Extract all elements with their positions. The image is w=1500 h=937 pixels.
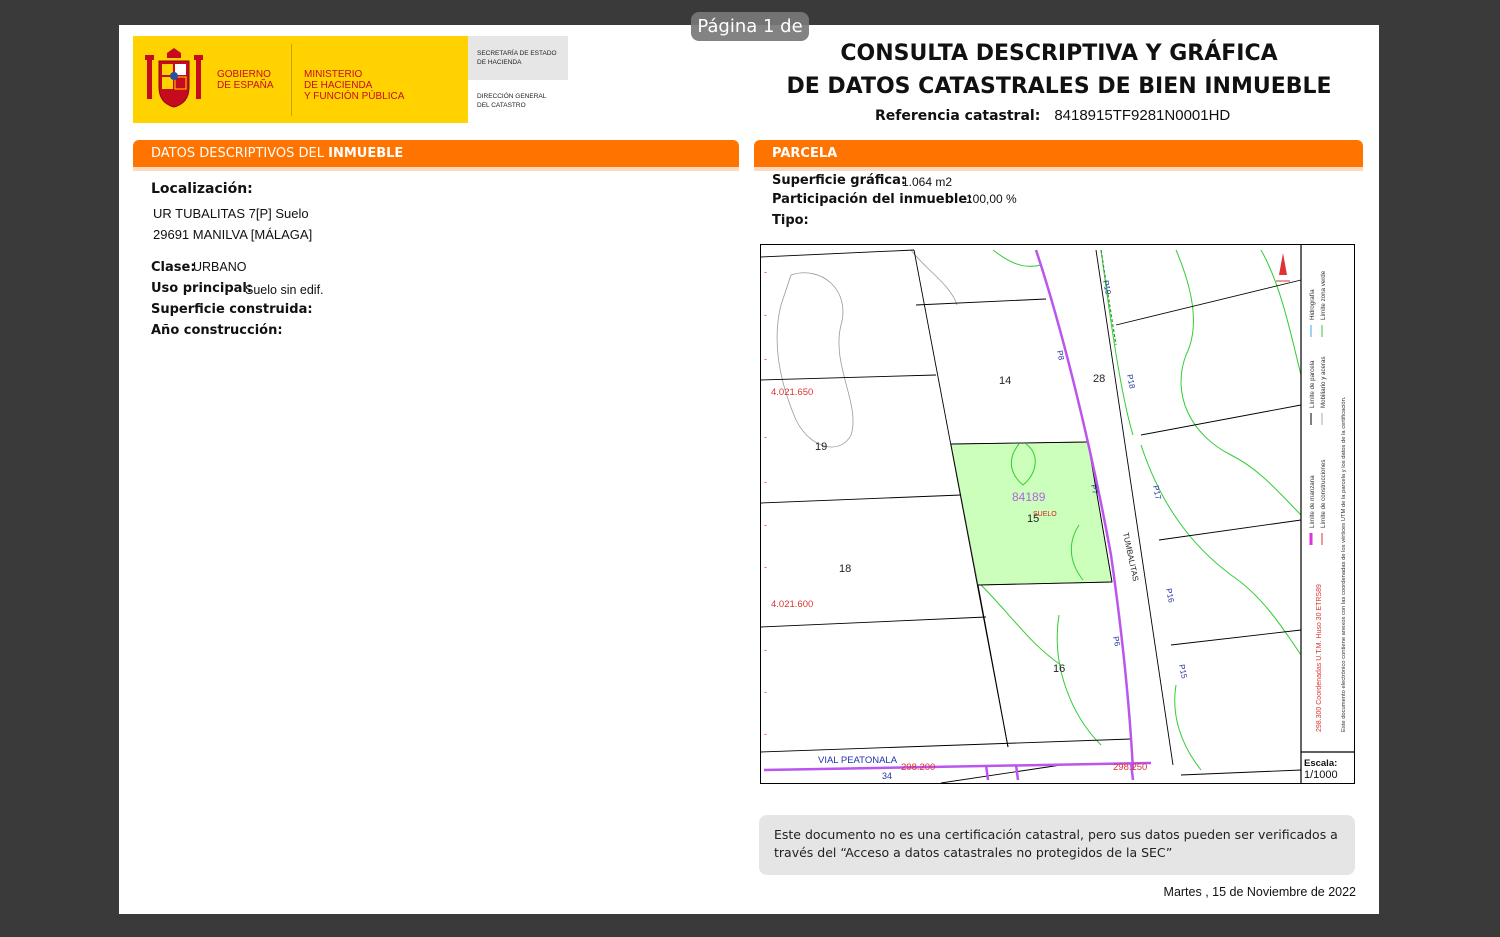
page-indicator: Página 1 de 1	[691, 12, 809, 66]
ref-value: 8418915TF9281N0001HD	[1054, 107, 1231, 124]
gov-line-2: DE ESPAÑA	[217, 80, 274, 91]
uso-value: Suelo sin edif.	[245, 283, 324, 297]
superficie-grafica-value: 1.064 m2	[902, 175, 953, 189]
section-parcela: PARCELA	[754, 140, 1363, 171]
participacion-label: Participación del inmueble:	[772, 192, 973, 207]
direccion-line-2: DEL CATASTRO	[477, 102, 526, 109]
secretaria-line-2: DE HACIENDA	[477, 59, 522, 66]
svg-text:-: -	[764, 520, 767, 530]
note-line-1: Este documento no es una certificación c…	[774, 827, 1338, 842]
parcel-number: 14	[999, 375, 1011, 387]
vertex-label: P18	[1125, 374, 1137, 390]
clase-label: Clase:	[151, 260, 196, 275]
vial-label: VIAL PEATONALA	[818, 755, 898, 766]
legend-hidrografia: Hidrografía	[1309, 289, 1316, 320]
scale-label: Escala:	[1304, 758, 1337, 769]
gov-line-1: GOBIERNO	[217, 69, 271, 80]
cadastral-map[interactable]: 14 28 19 15 18 16 34 84189 SUELO 4.021.6…	[760, 244, 1355, 784]
title-line-2: DE DATOS CATASTRALES DE BIEN INMUEBLE	[786, 74, 1332, 99]
contour-lines	[776, 249, 958, 448]
parcel-number: 34	[882, 771, 892, 781]
direccion-line-1: DIRECCIÓN GENERAL	[477, 93, 547, 100]
coat-of-arms-icon	[145, 48, 203, 108]
svg-text:-: -	[764, 432, 767, 442]
vertex-label: P8	[1055, 350, 1066, 362]
legend-manzana: Límite de manzana	[1309, 475, 1316, 528]
document-page: GOBIERNO DE ESPAÑA MINISTERIO DE HACIEND…	[119, 25, 1379, 914]
uso-label: Uso principal:	[151, 281, 253, 296]
parcel-ref-label: 84189	[1012, 490, 1046, 504]
legend-title: 298.300 Coordenadas U.T.M. Huso 30 ETRS8…	[1316, 584, 1323, 732]
section-title-bold: INMUEBLE	[328, 146, 404, 161]
address-line-1: UR TUBALITAS 7[P] Suelo	[153, 206, 309, 221]
document-title: CONSULTA DESCRIPTIVA Y GRÁFICA DE DATOS …	[779, 37, 1339, 103]
title-line-1: CONSULTA DESCRIPTIVA Y GRÁFICA	[840, 41, 1278, 66]
svg-text:-: -	[764, 729, 767, 739]
secretaria-line-1: SECRETARÍA DE ESTADO	[477, 50, 557, 57]
ref-label: Referencia catastral:	[875, 108, 1041, 124]
tipo-label: Tipo:	[772, 213, 809, 228]
secretaria-box	[468, 36, 568, 80]
parcel-number: 19	[815, 441, 827, 453]
legend-mobiliario: Mobiliario y aceras	[1320, 356, 1327, 408]
disclaimer-note: Este documento no es una certificación c…	[759, 815, 1355, 875]
coord-label: 4.021.600	[771, 599, 813, 610]
legend: 298.300 Coordenadas U.T.M. Huso 30 ETRS8…	[1309, 270, 1347, 732]
svg-text:-: -	[764, 310, 767, 320]
legend-zona-verde: Límite zona verde	[1320, 270, 1327, 320]
legend-note: Este documento electrónico contiene anex…	[1341, 396, 1347, 732]
government-logo: GOBIERNO DE ESPAÑA MINISTERIO DE HACIEND…	[133, 36, 468, 123]
anio-construccion-label: Año construcción:	[151, 323, 283, 338]
parcel-number: 16	[1053, 663, 1065, 675]
svg-text:-: -	[764, 477, 767, 487]
address-line-2: 29691 MANILVA [MÁLAGA]	[153, 227, 313, 242]
coord-label: 298.200	[901, 762, 935, 773]
parcel-number: 28	[1093, 373, 1105, 385]
suelo-label: SUELO	[1033, 511, 1057, 518]
vertex-label: P15	[1177, 664, 1189, 680]
vertex-label: P17	[1151, 485, 1163, 501]
svg-text:-: -	[764, 687, 767, 697]
ministry-line-3: Y FUNCIÓN PÚBLICA	[304, 91, 405, 102]
svg-text:-: -	[764, 267, 767, 277]
svg-text:-: -	[764, 354, 767, 364]
svg-text:-: -	[764, 562, 767, 572]
legend-parcela: Límite de parcela	[1309, 360, 1316, 408]
ministry-line-1: MINISTERIO	[304, 69, 363, 80]
section-datos-descriptivos: DATOS DESCRIPTIVOS DEL INMUEBLE	[133, 140, 739, 171]
vertex-label: P16	[1164, 588, 1176, 604]
ministry-line-2: DE HACIENDA	[304, 80, 373, 91]
note-line-2: través del “Acceso a datos catastrales n…	[774, 845, 1173, 860]
clase-value: URBANO	[193, 260, 247, 274]
localizacion-label: Localización:	[151, 181, 253, 197]
coord-label: 298.250	[1113, 762, 1147, 773]
scale-value: 1/1000	[1304, 769, 1338, 781]
vertex-label: P6	[1111, 636, 1122, 648]
superficie-grafica-label: Superficie gráfica:	[772, 173, 907, 188]
section-title-prefix: DATOS DESCRIPTIVOS DEL	[151, 146, 329, 161]
participacion-value: 100,00 %	[966, 192, 1017, 206]
legend-construcciones: Límite de construcciones	[1320, 460, 1327, 528]
svg-text:-: -	[764, 645, 767, 655]
street-label: TUMBALITAS	[1121, 532, 1140, 582]
superficie-construida-label: Superficie construida:	[151, 302, 313, 317]
document-date: Martes , 15 de Noviembre de 2022	[1163, 885, 1356, 899]
north-arrow-icon	[1276, 253, 1290, 282]
coord-label: 4.021.650	[771, 387, 813, 398]
parcel-number: 18	[839, 563, 851, 575]
cadastral-reference: Referencia catastral: 8418915TF9281N0001H…	[875, 107, 1230, 124]
